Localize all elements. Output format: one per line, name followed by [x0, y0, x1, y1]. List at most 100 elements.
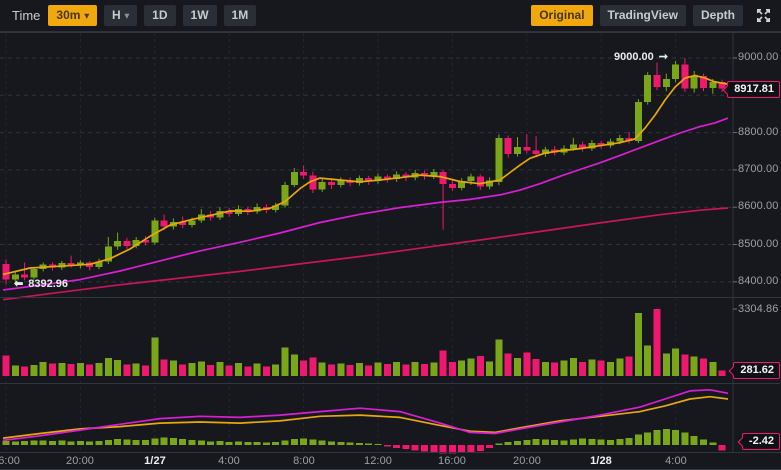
volume-bar — [393, 361, 401, 376]
interval-h[interactable]: H ▾ — [103, 5, 138, 26]
interval-1w-label: 1W — [190, 8, 209, 22]
macd-bar — [328, 441, 335, 445]
candle-body — [523, 146, 531, 151]
candle-body — [504, 138, 512, 155]
macd-bar — [616, 439, 624, 445]
volume-bar — [58, 362, 66, 376]
price-axis-label: 8800.00 — [738, 126, 779, 138]
price-axis-label: 8500.00 — [738, 238, 779, 250]
macd-bar — [551, 439, 559, 445]
macd-bar — [355, 443, 363, 445]
volume-bar — [95, 362, 103, 376]
macd-bar — [253, 441, 261, 445]
volume-bar — [235, 362, 242, 376]
macd-bar — [690, 435, 698, 445]
macd-bar — [160, 437, 168, 445]
volume-bar — [253, 363, 261, 376]
volume-bar — [179, 364, 187, 376]
right-arrow-icon: ➞ — [658, 51, 668, 63]
macd-bar — [76, 440, 84, 445]
macd-bar — [644, 432, 652, 445]
volume-bar — [718, 370, 726, 376]
macd-bar — [532, 439, 540, 445]
macd-bar — [2, 440, 10, 445]
candle-body — [690, 75, 698, 89]
volume-bar — [86, 364, 94, 376]
chart-canvas[interactable] — [0, 0, 781, 470]
volume-bar — [383, 364, 391, 376]
volume-bar — [142, 365, 149, 376]
volume-bar — [290, 354, 298, 376]
macd-bar — [114, 439, 122, 445]
volume-bar — [123, 364, 131, 376]
volume-bar — [569, 357, 577, 376]
volume-bar — [39, 361, 47, 376]
candle-body — [495, 138, 503, 182]
volume-bar — [160, 359, 168, 376]
macd-bar — [402, 445, 410, 450]
macd-bar — [132, 439, 140, 445]
volume-bar — [11, 365, 19, 376]
macd-bar — [235, 441, 242, 445]
macd-bar — [579, 438, 587, 445]
macd-bar — [560, 440, 568, 445]
volume-bar — [551, 362, 559, 376]
macd-bar — [49, 441, 56, 445]
interval-1m[interactable]: 1M — [223, 5, 257, 26]
volume-bar — [690, 356, 698, 376]
interval-1w[interactable]: 1W — [182, 5, 217, 26]
volume-bar — [421, 363, 428, 376]
macd-bar — [151, 438, 159, 445]
volume-bar — [644, 345, 652, 376]
volume-bar — [681, 354, 689, 376]
price-axis-label: 8700.00 — [738, 163, 779, 175]
volume-max-label: 3304.86 — [738, 303, 779, 315]
macd-bar — [337, 442, 345, 445]
macd-bar — [104, 439, 112, 445]
volume-bar — [439, 350, 447, 376]
volume-bar — [560, 360, 568, 376]
mode-original[interactable]: Original — [531, 5, 593, 26]
macd-bar — [95, 441, 103, 445]
candle-body — [2, 263, 10, 280]
left-arrow-icon: ⬅ — [14, 278, 24, 290]
low-price-value: 8392.96 — [28, 277, 68, 290]
interval-1d[interactable]: 1D — [144, 5, 176, 26]
fullscreen-icon[interactable] — [754, 6, 773, 25]
macd-bar — [86, 441, 94, 445]
mode-tradingview[interactable]: TradingView — [599, 5, 686, 26]
time-axis-label: 1/27 — [144, 455, 166, 467]
volume-bar — [104, 357, 112, 376]
volume-bar — [21, 366, 29, 376]
time-axis-label: 8:00 — [293, 455, 315, 467]
volume-bar — [476, 355, 484, 376]
volume-bar — [514, 357, 521, 376]
mode-depth[interactable]: Depth — [693, 5, 743, 26]
volume-bar — [486, 361, 494, 376]
candle-body — [616, 137, 624, 142]
candle-body — [662, 78, 670, 88]
macd-bar — [58, 440, 66, 445]
chevron-down-icon: ▾ — [84, 10, 89, 21]
volume-bar — [309, 357, 317, 376]
interval-h-label: H — [111, 8, 121, 22]
volume-bar — [653, 309, 661, 376]
macd-bar — [309, 439, 317, 445]
interval-30m[interactable]: 30m ▾ — [48, 5, 97, 26]
macd-bar — [318, 440, 326, 445]
volume-bar — [672, 348, 680, 376]
volume-bar — [328, 364, 335, 376]
macd-bar — [197, 440, 205, 445]
volume-bar — [579, 361, 587, 376]
volume-bar — [337, 363, 345, 376]
candle-body — [290, 171, 298, 185]
macd-dif-line — [2, 395, 729, 439]
volume-bar — [709, 361, 717, 376]
macd-bar — [495, 443, 503, 445]
candle-body — [114, 240, 122, 247]
volume-bar — [588, 359, 596, 376]
volume-bar — [700, 358, 707, 376]
toolbar-right: Original TradingView Depth — [531, 5, 773, 26]
high-price-annotation: 9000.00 ➞ — [614, 50, 668, 64]
macd-bar — [21, 440, 29, 445]
